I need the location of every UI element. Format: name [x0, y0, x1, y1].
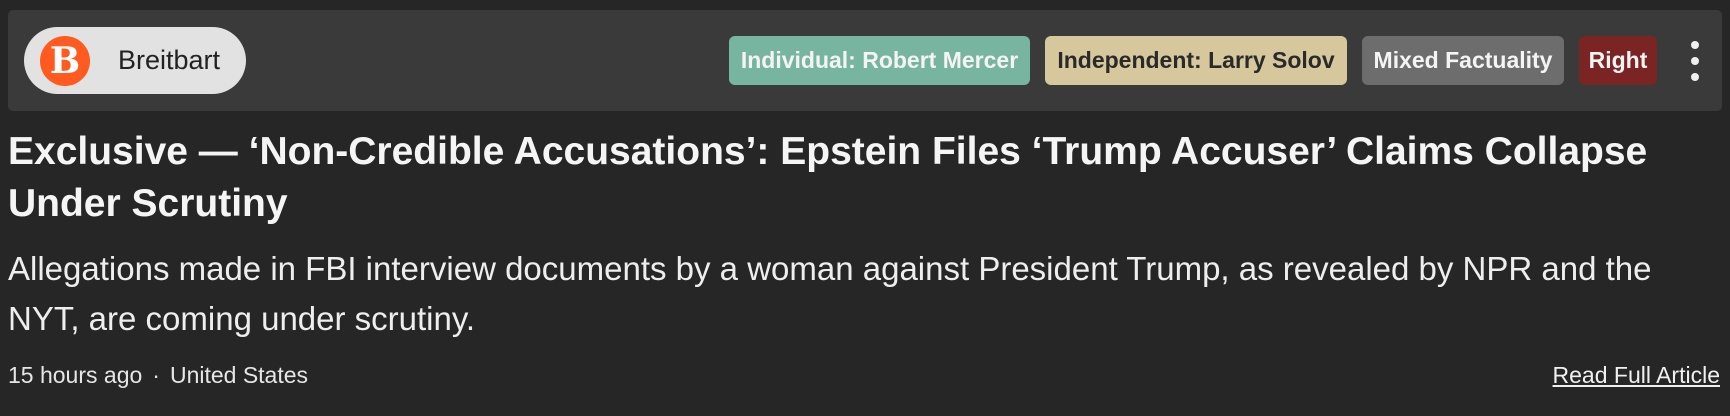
dot [1691, 56, 1699, 65]
source-logo-icon: B [40, 35, 90, 86]
article-card: B Breitbart Individual: Robert Mercer In… [0, 0, 1730, 416]
dot [1691, 40, 1699, 49]
location: United States [169, 362, 309, 388]
published-time: 15 hours ago [8, 362, 143, 388]
meta-separator: · [152, 362, 160, 388]
independent-badge[interactable]: Independent: Larry Solov [1045, 36, 1347, 85]
source-header: B Breitbart Individual: Robert Mercer In… [8, 10, 1722, 111]
dot [1691, 72, 1699, 81]
bias-badge[interactable]: Right [1579, 36, 1657, 85]
article-summary: Allegations made in FBI interview docume… [8, 250, 1652, 337]
source-name: Breitbart [118, 45, 221, 75]
meta-left: 15 hours ago · United States [8, 362, 308, 389]
factuality-badge[interactable]: Mixed Factuality [1362, 36, 1564, 85]
more-vertical-icon[interactable] [1684, 40, 1706, 81]
source-button[interactable]: B Breitbart [24, 27, 247, 94]
article-meta: 15 hours ago · United States Read Full Art… [8, 362, 1720, 389]
read-full-article-link[interactable]: Read Full Article [1553, 362, 1720, 389]
badge-group: Individual: Robert Mercer Independent: L… [729, 36, 1706, 85]
article-headline[interactable]: Exclusive — ‘Non-Credible Accusations’: … [8, 126, 1708, 230]
ownership-badge[interactable]: Individual: Robert Mercer [729, 36, 1030, 85]
